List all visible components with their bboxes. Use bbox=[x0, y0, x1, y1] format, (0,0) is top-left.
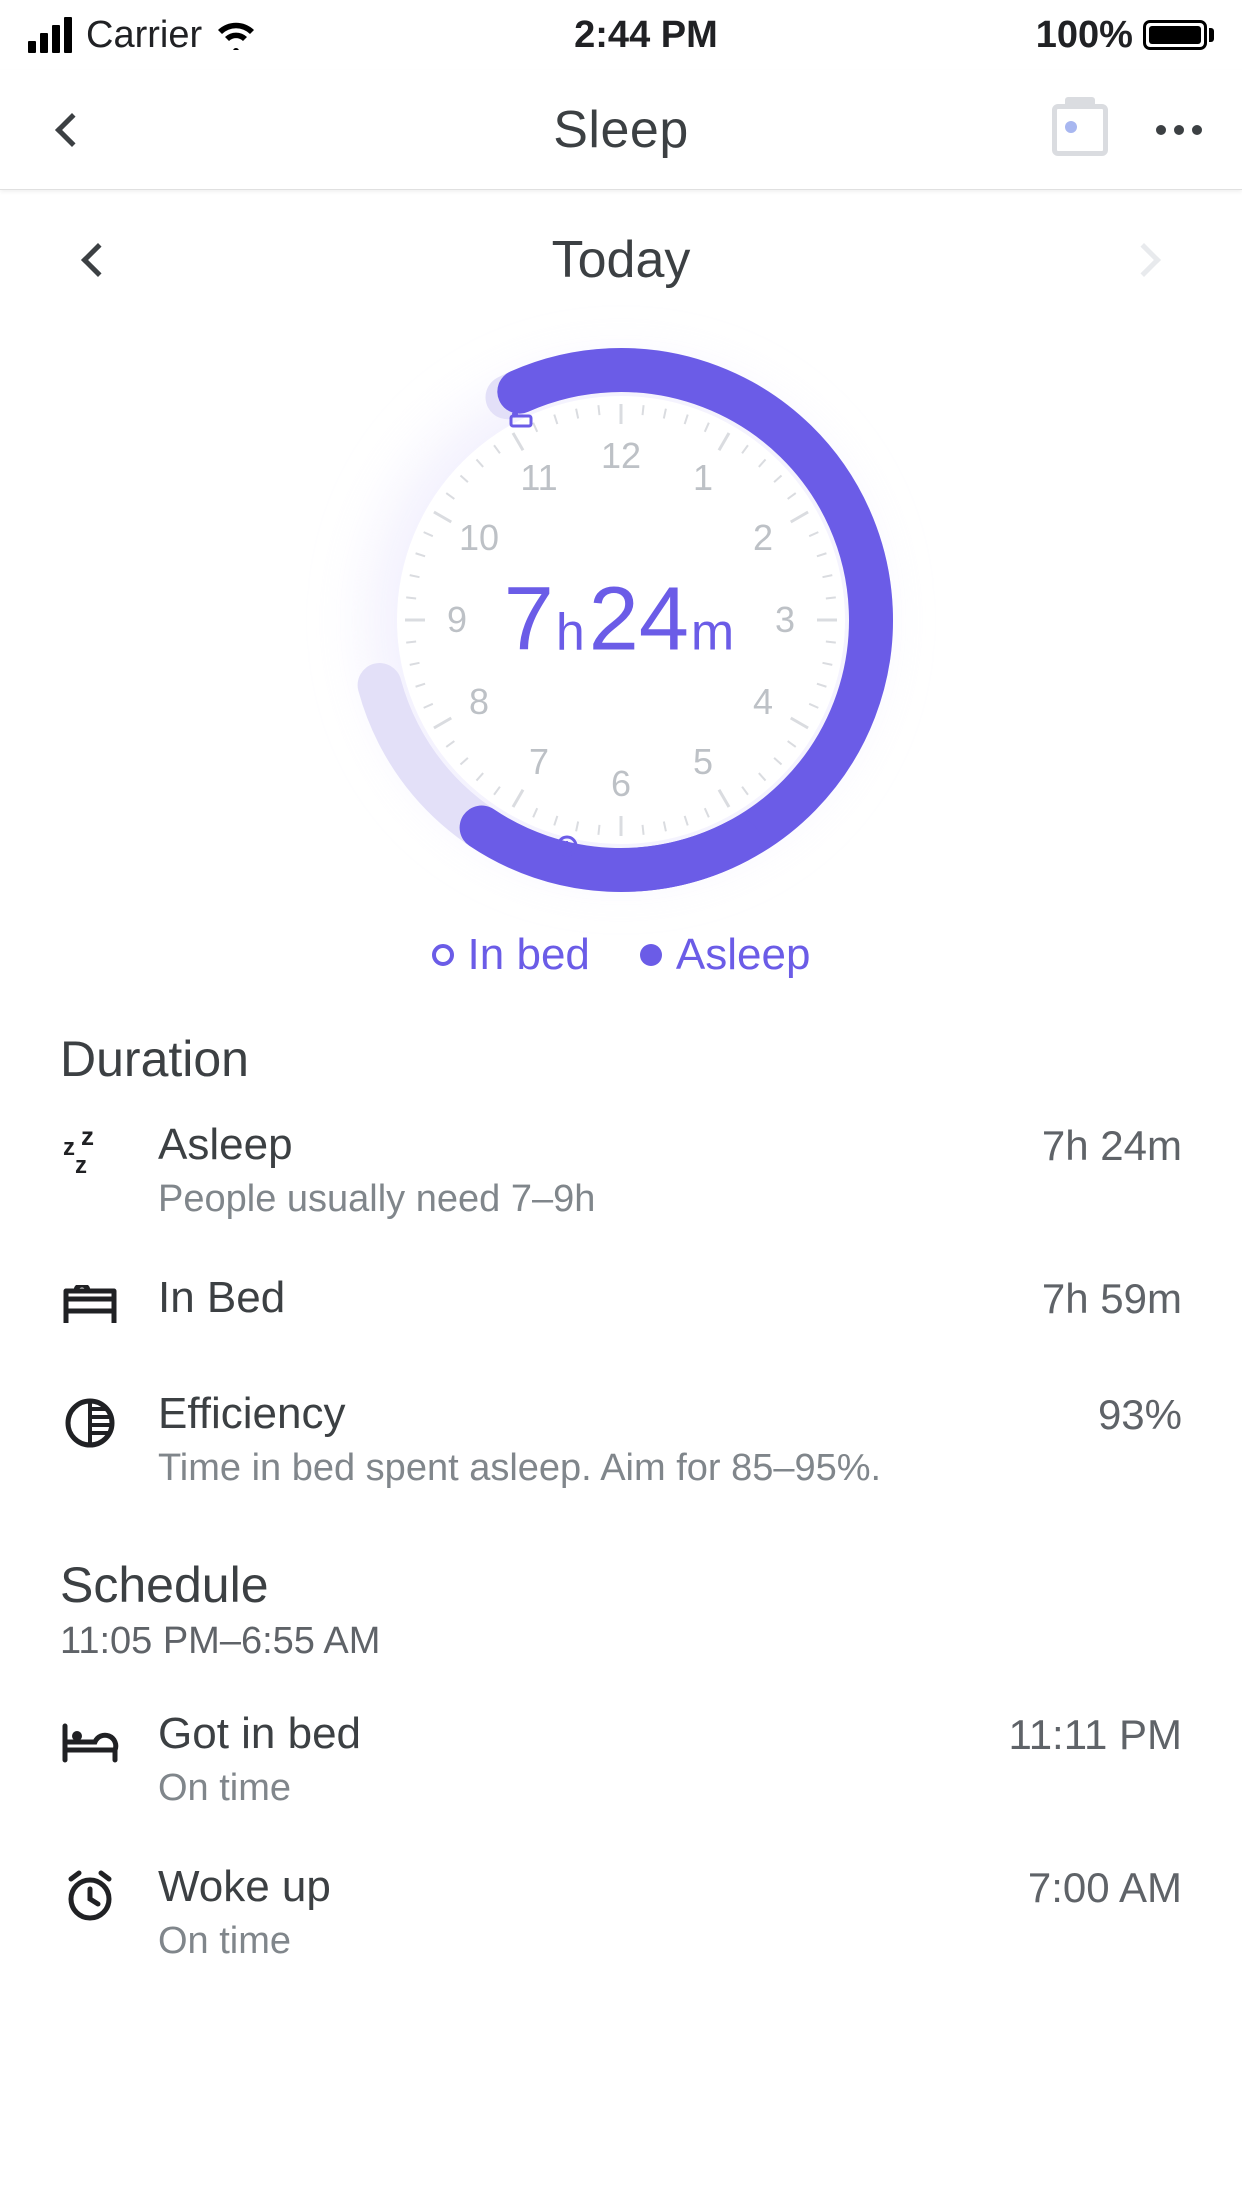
row-in-bed[interactable]: In Bed 7h 59m bbox=[60, 1247, 1182, 1363]
status-bar: Carrier 2:44 PM 100% bbox=[0, 0, 1242, 70]
sleep-total-label: 7h24m bbox=[504, 569, 738, 672]
battery-percent: 100% bbox=[1036, 14, 1133, 57]
row-value: 7h 24m bbox=[1042, 1122, 1182, 1170]
duration-section: Duration zzz Asleep People usually need … bbox=[0, 1010, 1242, 1516]
clock-number: 11 bbox=[520, 457, 557, 499]
zzz-icon: zzz bbox=[60, 1124, 120, 1184]
clock-number: 4 bbox=[753, 681, 773, 723]
nav-header: Sleep bbox=[0, 70, 1242, 190]
solid-dot-icon bbox=[640, 944, 662, 966]
row-value: 7:00 AM bbox=[1028, 1864, 1182, 1912]
clock-number: 2 bbox=[753, 517, 773, 559]
clock-number: 1 bbox=[693, 457, 713, 499]
row-title: Got in bed bbox=[158, 1709, 970, 1759]
svg-text:z: z bbox=[81, 1127, 94, 1151]
carrier-label: Carrier bbox=[86, 14, 202, 57]
clock-number: 7 bbox=[529, 741, 549, 783]
calendar-icon[interactable] bbox=[1052, 104, 1108, 156]
battery-icon bbox=[1143, 20, 1214, 50]
row-efficiency[interactable]: Efficiency Time in bed spent asleep. Aim… bbox=[60, 1363, 1182, 1516]
row-value: 7h 59m bbox=[1042, 1275, 1182, 1323]
row-got-in-bed[interactable]: Got in bed On time 11:11 PM bbox=[60, 1683, 1182, 1836]
row-title: Efficiency bbox=[158, 1389, 1060, 1439]
hollow-dot-icon bbox=[432, 944, 454, 966]
bed-icon bbox=[60, 1277, 120, 1337]
prev-day-button[interactable] bbox=[70, 232, 126, 288]
legend-in-bed: In bed bbox=[432, 930, 590, 980]
alarm-icon bbox=[60, 1866, 120, 1926]
got-in-bed-icon bbox=[60, 1713, 120, 1773]
svg-text:z: z bbox=[63, 1134, 75, 1161]
row-sub: Time in bed spent asleep. Aim for 85–95%… bbox=[158, 1447, 1060, 1490]
svg-text:z: z bbox=[75, 1152, 87, 1179]
row-title: In Bed bbox=[158, 1273, 1004, 1323]
clock-number: 6 bbox=[611, 763, 631, 805]
clock-number: 8 bbox=[469, 681, 489, 723]
row-sub: On time bbox=[158, 1767, 970, 1810]
clock-number: 9 bbox=[447, 599, 467, 641]
next-day-button[interactable] bbox=[1116, 232, 1172, 288]
row-woke-up[interactable]: Woke up On time 7:00 AM bbox=[60, 1836, 1182, 1989]
chevron-left-icon bbox=[55, 113, 89, 147]
chevron-right-icon bbox=[1127, 243, 1161, 277]
section-title-duration: Duration bbox=[60, 1030, 1182, 1088]
row-title: Asleep bbox=[158, 1120, 1004, 1170]
chevron-left-icon bbox=[81, 243, 115, 277]
back-button[interactable] bbox=[40, 98, 104, 162]
efficiency-icon bbox=[60, 1393, 120, 1453]
more-button[interactable] bbox=[1156, 125, 1202, 135]
row-asleep[interactable]: zzz Asleep People usually need 7–9h 7h 2… bbox=[60, 1094, 1182, 1247]
page-title: Sleep bbox=[553, 100, 689, 160]
clock-number: 3 bbox=[775, 599, 795, 641]
clock-number: 10 bbox=[459, 517, 499, 559]
legend-asleep: Asleep bbox=[640, 930, 811, 980]
sleep-clock-chart: 121234567891011 7h24m bbox=[341, 340, 901, 900]
schedule-section: Schedule 11:05 PM–6:55 AM Got in bed On … bbox=[0, 1516, 1242, 1989]
row-value: 93% bbox=[1098, 1391, 1182, 1439]
clock-number: 12 bbox=[601, 435, 641, 477]
status-time: 2:44 PM bbox=[574, 14, 718, 57]
row-title: Woke up bbox=[158, 1862, 990, 1912]
section-title-schedule: Schedule bbox=[60, 1556, 1182, 1614]
day-label: Today bbox=[552, 230, 691, 290]
clock-number: 5 bbox=[693, 741, 713, 783]
day-nav: Today bbox=[0, 190, 1242, 310]
row-sub: People usually need 7–9h bbox=[158, 1178, 1004, 1221]
chart-legend: In bed Asleep bbox=[0, 910, 1242, 1010]
row-sub: On time bbox=[158, 1920, 990, 1963]
signal-icon bbox=[28, 17, 72, 53]
row-value: 11:11 PM bbox=[1008, 1711, 1182, 1759]
wifi-icon bbox=[216, 20, 256, 50]
schedule-range: 11:05 PM–6:55 AM bbox=[60, 1620, 1182, 1663]
